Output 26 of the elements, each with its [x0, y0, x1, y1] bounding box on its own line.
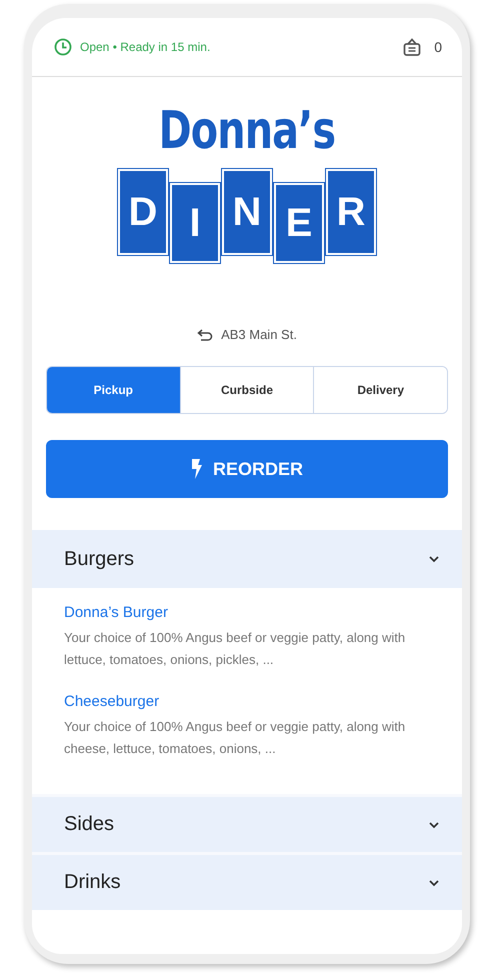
menu-item-name[interactable]: Cheeseburger	[64, 693, 462, 710]
logo-letter-tile: R	[326, 169, 376, 255]
clock-icon	[54, 38, 72, 56]
menu-section-header[interactable]: Burgers	[32, 530, 462, 588]
return-arrow-icon	[197, 328, 214, 340]
menu-item-name[interactable]: Donna’s Burger	[64, 604, 462, 621]
menu-item-description: Your choice of 100% Angus beef or veggie patty, along with cheese, lettuce, tomatoes, onions, ...	[64, 718, 406, 758]
cart-count: 0	[434, 39, 442, 55]
logo-letter-tile: E	[274, 183, 324, 263]
menu-section-header[interactable]: Sides	[32, 794, 462, 852]
address: AB3 Main St.	[221, 327, 297, 342]
menu-section-header[interactable]: Drinks	[32, 852, 462, 910]
logo-letter-tile: N	[222, 169, 272, 255]
chevron-down-icon	[428, 820, 440, 828]
basket-icon[interactable]	[402, 37, 422, 57]
logo-letter-tile: D	[118, 169, 168, 255]
logo-letter-tile: I	[170, 183, 220, 263]
logo-name: Donna’s	[158, 101, 336, 161]
chevron-down-icon	[428, 555, 440, 563]
order-type-tab[interactable]: Delivery	[313, 367, 447, 413]
order-type-tab[interactable]: Pickup	[47, 367, 180, 413]
lightning-icon	[190, 459, 203, 479]
chevron-down-icon	[428, 878, 440, 886]
reorder-button[interactable]: REORDER	[46, 440, 448, 498]
menu-item-description: Your choice of 100% Angus beef or veggie patty, along with lettuce, tomatoes, onions, pickles, ...	[64, 629, 406, 669]
open-status: Open • Ready in 15 min.	[80, 40, 210, 54]
